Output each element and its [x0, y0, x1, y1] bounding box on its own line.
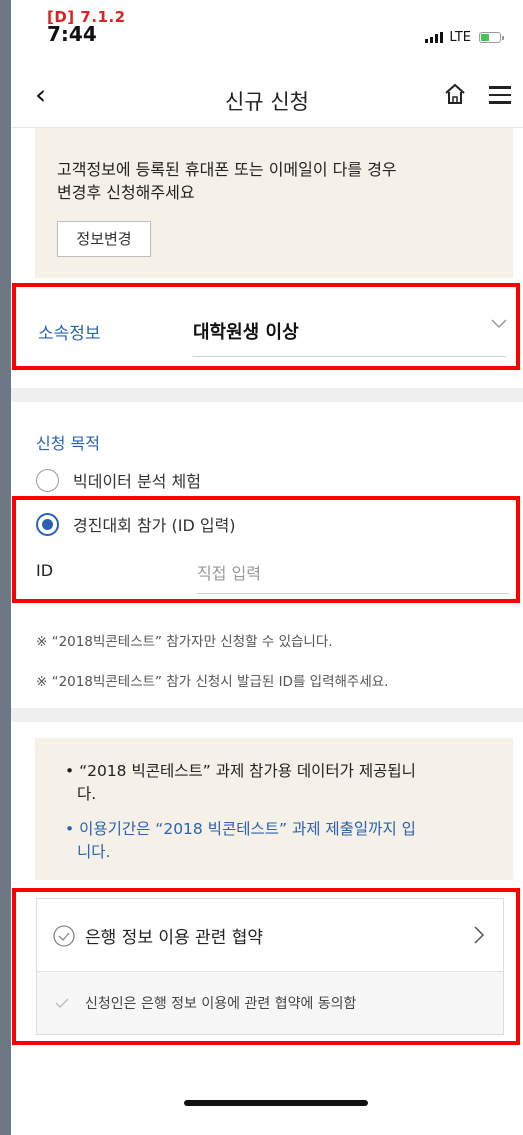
navigation-bar: ‹ 신규 신청	[11, 62, 523, 128]
affiliation-label: 소속정보	[38, 324, 101, 344]
radio-selected[interactable]	[36, 512, 59, 536]
note-enter-id: ※ “2018빅콘테스트” 참가 신청시 발급된 ID를 입력해주세요.	[36, 674, 389, 690]
info-item-line: 니다.	[77, 843, 111, 861]
info-item-data-provided: • “2018 빅콘테스트” 과제 참가용 데이터가 제공됩니 다.	[65, 760, 505, 806]
purpose-option-label: 경진대회 참가 (ID 입력)	[73, 516, 236, 535]
notice-line-2: 변경후 신청해주세요	[57, 183, 195, 202]
id-label: ID	[36, 561, 54, 580]
chevron-right-icon[interactable]	[473, 925, 485, 945]
status-time: 7:44	[47, 22, 97, 46]
info-item-line: 다.	[77, 785, 97, 803]
info-item-line: • 이용기간은 “2018 빅콘테스트” 과제 제출일까지 입	[65, 820, 416, 838]
network-type: LTE	[449, 30, 471, 45]
data-info-box: • “2018 빅콘테스트” 과제 참가용 데이터가 제공됩니 다. • 이용기…	[35, 738, 513, 880]
info-item-usage-period: • 이용기간은 “2018 빅콘테스트” 과제 제출일까지 입 니다.	[65, 818, 505, 864]
terms-agreement-section: 은행 정보 이용 관련 협약 신청인은 은행 정보 이용에 관련 협약에 동의함	[12, 888, 520, 1045]
section-divider	[11, 388, 523, 402]
home-icon[interactable]	[443, 82, 467, 106]
affiliation-select-row[interactable]: 소속정보 대학원생 이상	[12, 283, 520, 370]
terms-card: 은행 정보 이용 관련 협약 신청인은 은행 정보 이용에 관련 협약에 동의함	[36, 898, 504, 1035]
radio-unselected[interactable]	[36, 468, 59, 492]
check-circle-icon[interactable]	[53, 925, 75, 947]
affiliation-value[interactable]: 대학원생 이상	[193, 318, 299, 344]
info-change-notice: 고객정보에 등록된 휴대폰 또는 이메일이 다를 경우 변경후 신청해주세요 정…	[35, 128, 513, 278]
info-item-line: • “2018 빅콘테스트” 과제 참가용 데이터가 제공됩니	[65, 762, 416, 780]
purpose-option-contest[interactable]: 경진대회 참가 (ID 입력)	[36, 512, 236, 536]
contest-id-section: 경진대회 참가 (ID 입력) ID	[12, 496, 520, 603]
home-indicator	[184, 1100, 368, 1106]
battery-icon	[479, 32, 504, 43]
notice-line-1: 고객정보에 등록된 휴대폰 또는 이메일이 다를 경우	[57, 160, 397, 179]
contest-id-input[interactable]	[197, 554, 509, 594]
menu-icon[interactable]	[489, 86, 511, 104]
status-indicators: LTE	[425, 30, 504, 45]
change-info-button[interactable]: 정보변경	[57, 221, 151, 257]
signal-icon	[425, 32, 444, 43]
affiliation-underline	[193, 356, 506, 357]
note-participants-only: ※ “2018빅콘테스트” 참가자만 신청할 수 있습니다.	[36, 634, 333, 650]
terms-title: 은행 정보 이용 관련 협약	[85, 928, 264, 948]
chevron-down-icon[interactable]	[490, 317, 508, 331]
purpose-option-bigdata[interactable]: 빅데이터 분석 체험	[36, 468, 201, 492]
purpose-section-title: 신청 목적	[36, 434, 100, 453]
check-icon	[55, 998, 69, 1008]
terms-agreement-text: 신청인은 은행 정보 이용에 관련 협약에 동의함	[85, 996, 357, 1012]
terms-header-row[interactable]: 은행 정보 이용 관련 협약	[37, 899, 503, 972]
purpose-option-label: 빅데이터 분석 체험	[73, 472, 201, 491]
status-bar: [D] 7.1.2 7:44 LTE	[11, 0, 523, 62]
notice-text: 고객정보에 등록된 휴대폰 또는 이메일이 다를 경우 변경후 신청해주세요	[57, 158, 397, 204]
left-edge-strip	[0, 0, 11, 1135]
section-divider	[11, 708, 523, 722]
